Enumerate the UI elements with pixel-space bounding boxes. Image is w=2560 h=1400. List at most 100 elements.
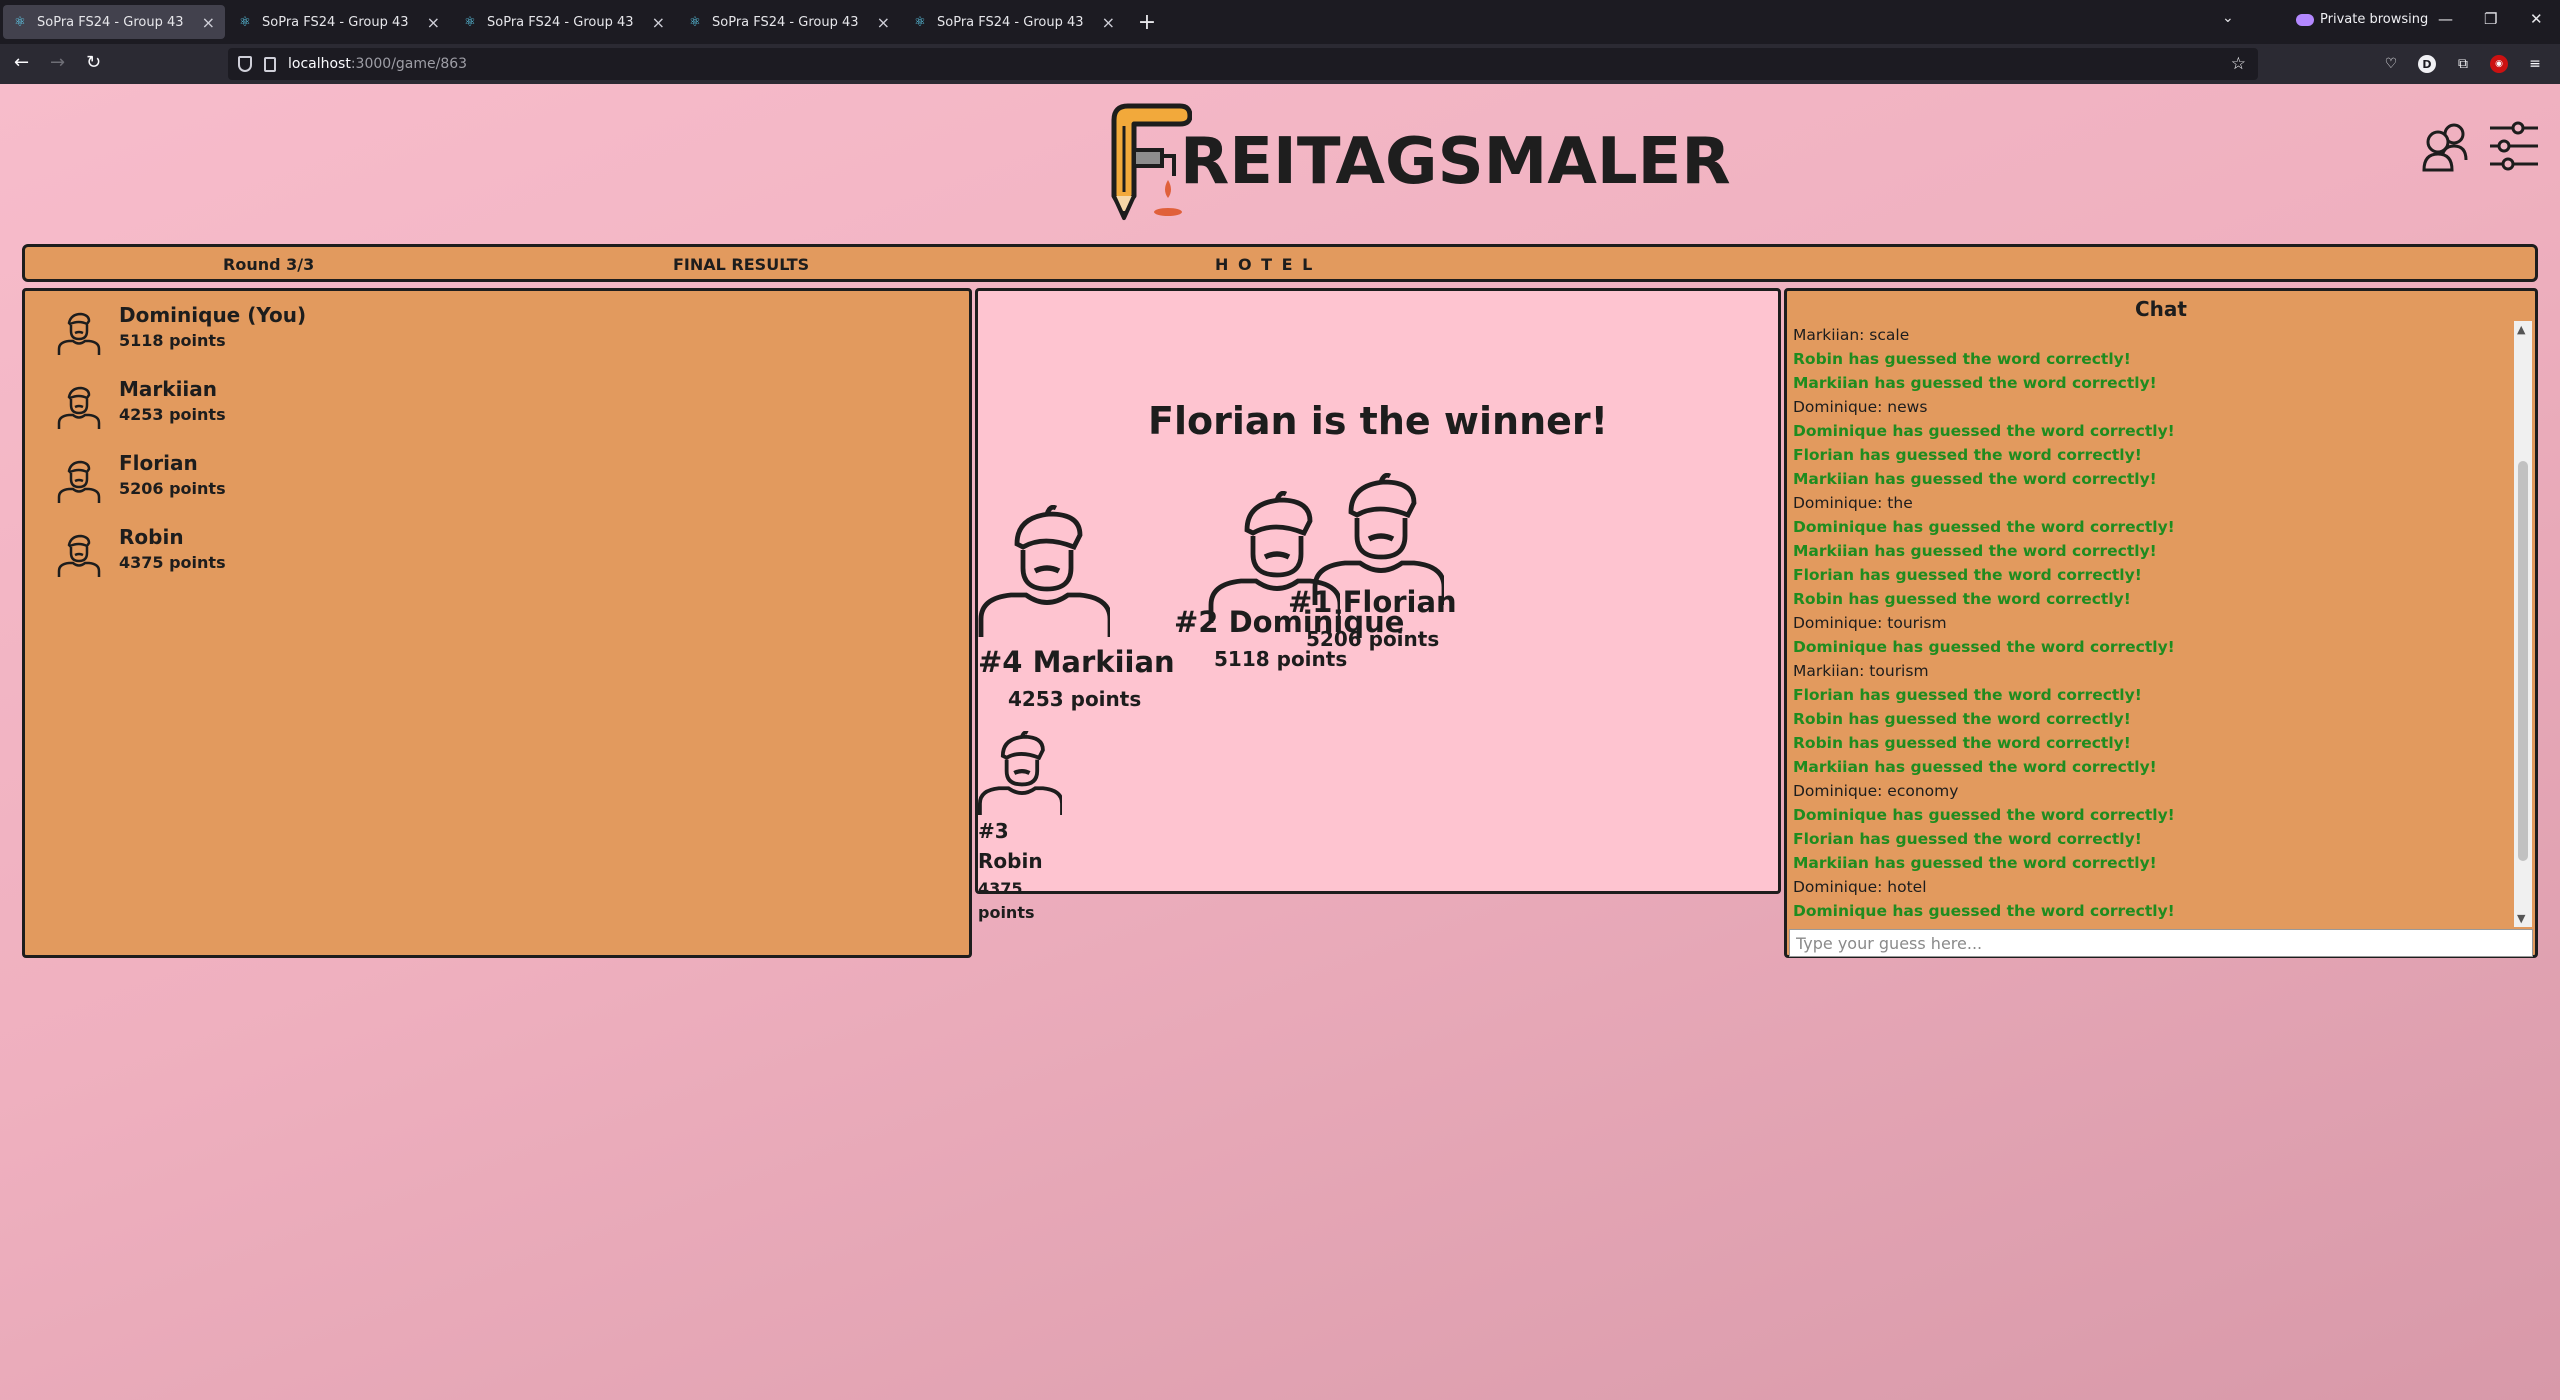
close-icon[interactable]: × — [202, 13, 215, 32]
chat-message: Markiian: tourism — [1793, 662, 1929, 680]
list-all-tabs-icon[interactable]: ⌄ — [2222, 10, 2234, 26]
header-actions — [2420, 120, 2540, 172]
player-entry: Florian 5206 points — [57, 449, 457, 509]
forward-icon[interactable]: → — [50, 52, 65, 73]
private-browsing-label: Private browsing — [2320, 12, 2429, 27]
react-favicon-icon: ⚛ — [464, 14, 476, 30]
chat-message: Markiian has guessed the word correctly! — [1793, 374, 2157, 392]
new-tab-button[interactable]: + — [1131, 6, 1163, 38]
scroll-up-icon[interactable]: ▲ — [2517, 323, 2525, 336]
close-icon[interactable]: × — [652, 13, 665, 32]
scroll-down-icon[interactable]: ▼ — [2517, 912, 2525, 925]
podium-points: 4253 points — [1008, 687, 1142, 711]
chat-message: Dominique: the — [1793, 494, 1913, 512]
player-avatar-icon — [57, 534, 101, 577]
player-name: Dominique (You) — [119, 303, 307, 327]
react-favicon-icon: ⚛ — [914, 14, 926, 30]
phase-label: FINAL RESULTS — [673, 255, 810, 274]
player-avatar-icon — [57, 460, 101, 503]
chat-message: Robin has guessed the word correctly! — [1793, 710, 2131, 728]
chat-title: Chat — [2135, 297, 2187, 321]
chat-message: Dominique has guessed the word correctly… — [1793, 422, 2175, 440]
tab-title: SoPra FS24 - Group 43 — [937, 14, 1084, 30]
game-info-bar: Round 3/3 FINAL RESULTS H O T E L — [22, 244, 2538, 282]
chat-message: Dominique has guessed the word correctly… — [1793, 518, 2175, 536]
close-window-icon[interactable]: ✕ — [2530, 10, 2543, 28]
word-hint: H O T E L — [1215, 255, 1315, 274]
chat-message: Robin has guessed the word correctly! — [1793, 350, 2131, 368]
ublock-icon[interactable]: ◉ — [2490, 55, 2508, 73]
chat-message: Dominique: tourism — [1793, 614, 1947, 632]
player-points: 5206 points — [119, 479, 226, 498]
chat-message: Florian has guessed the word correctly! — [1793, 566, 2142, 584]
users-icon[interactable] — [2420, 120, 2472, 172]
player-entry: Markiian 4253 points — [57, 375, 457, 435]
react-favicon-icon: ⚛ — [689, 14, 701, 30]
player-entry: Dominique (You) 5118 points — [57, 301, 457, 361]
tracking-protection-icon[interactable] — [238, 56, 252, 72]
chat-message: Dominique: economy — [1793, 782, 1959, 800]
tab-title: SoPra FS24 - Group 43 — [262, 14, 409, 30]
url-path: :3000/game/863 — [350, 56, 468, 72]
tab-title: SoPra FS24 - Group 43 — [487, 14, 634, 30]
painter-avatar-icon — [978, 505, 1110, 637]
browser-tab[interactable]: ⚛ SoPra FS24 - Group 43 × — [678, 5, 900, 39]
player-points: 5118 points — [119, 331, 226, 350]
private-mask-icon — [2296, 13, 2314, 26]
restore-icon[interactable]: ❐ — [2484, 10, 2497, 28]
tab-title: SoPra FS24 - Group 43 — [712, 14, 859, 30]
back-icon[interactable]: ← — [14, 52, 29, 73]
chat-scrollbar[interactable]: ▲ ▼ — [2514, 321, 2532, 927]
private-browsing-indicator: Private browsing — [2296, 12, 2428, 27]
browser-nav-bar: ← → ↻ localhost:3000/game/863 ☆ ♡ D ⧉ ◉ … — [0, 44, 2560, 84]
pocket-icon[interactable]: ♡ — [2382, 55, 2400, 73]
menu-icon[interactable]: ≡ — [2526, 55, 2544, 73]
player-avatar-icon — [57, 312, 101, 355]
tab-title: SoPra FS24 - Group 43 — [37, 14, 184, 30]
bookmark-star-icon[interactable]: ☆ — [2231, 54, 2246, 74]
player-entry: Robin 4375 points — [57, 523, 457, 583]
chat-message: Markiian has guessed the word correctly! — [1793, 470, 2157, 488]
podium-points-unit: points — [978, 903, 1035, 922]
chat-message: Florian has guessed the word correctly! — [1793, 830, 2142, 848]
page-content: REITAGSMALER Round 3/3 FINAL RESULTS H O… — [0, 84, 2560, 1400]
chat-guess-input[interactable] — [1789, 929, 2533, 957]
painter-avatar-icon — [978, 731, 1062, 815]
browser-tab[interactable]: ⚛ SoPra FS24 - Group 43 × — [228, 5, 450, 39]
browser-tab[interactable]: ⚛ SoPra FS24 - Group 43 × — [3, 5, 225, 39]
chat-message: Robin has guessed the word correctly! — [1793, 590, 2131, 608]
podium-points-number: 4375 — [978, 879, 1023, 898]
chat-message: Markiian has guessed the word correctly! — [1793, 758, 2157, 776]
chat-message: Dominique: hotel — [1793, 878, 1927, 896]
podium-entry: #3 Robin 4375 points — [978, 731, 1098, 931]
chat-message: Dominique has guessed the word correctly… — [1793, 806, 2175, 824]
chat-message: Florian has guessed the word correctly! — [1793, 686, 2142, 704]
chat-message: Markiian: scale — [1793, 326, 1910, 344]
minimize-icon[interactable]: — — [2438, 10, 2453, 28]
reload-icon[interactable]: ↻ — [86, 52, 101, 73]
player-name: Florian — [119, 451, 198, 475]
player-name: Robin — [119, 525, 184, 549]
chat-message-list[interactable]: Markiian: scale Robin has guessed the wor… — [1791, 323, 2513, 923]
url-host: localhost — [288, 56, 351, 72]
extensions-icon[interactable]: ⧉ — [2454, 55, 2472, 73]
podium-rank-name: #4 Markiian — [978, 645, 1175, 679]
close-icon[interactable]: × — [427, 13, 440, 32]
chat-message: Dominique has guessed the word correctly… — [1793, 902, 2175, 920]
chat-message: Markiian has guessed the word correctly! — [1793, 542, 2157, 560]
podium-entry: #1 Florian 5206 points — [1288, 473, 1492, 673]
settings-sliders-icon[interactable] — [2488, 120, 2540, 172]
scrollbar-thumb[interactable] — [2518, 461, 2528, 861]
player-points: 4375 points — [119, 553, 226, 572]
podium-entry: #4 Markiian 4253 points — [978, 505, 1175, 715]
winner-announcement: Florian is the winner! — [1148, 399, 1608, 443]
chat-message: Dominique: news — [1793, 398, 1928, 416]
close-icon[interactable]: × — [877, 13, 890, 32]
url-bar[interactable]: localhost:3000/game/863 ☆ — [228, 48, 2258, 80]
close-icon[interactable]: × — [1102, 13, 1115, 32]
browser-tab-bar: ⚛ SoPra FS24 - Group 43 × ⚛ SoPra FS24 -… — [0, 0, 2560, 44]
page-info-icon[interactable] — [264, 56, 276, 72]
browser-tab[interactable]: ⚛ SoPra FS24 - Group 43 × — [903, 5, 1125, 39]
browser-tab[interactable]: ⚛ SoPra FS24 - Group 43 × — [453, 5, 675, 39]
account-icon[interactable]: D — [2418, 55, 2436, 73]
